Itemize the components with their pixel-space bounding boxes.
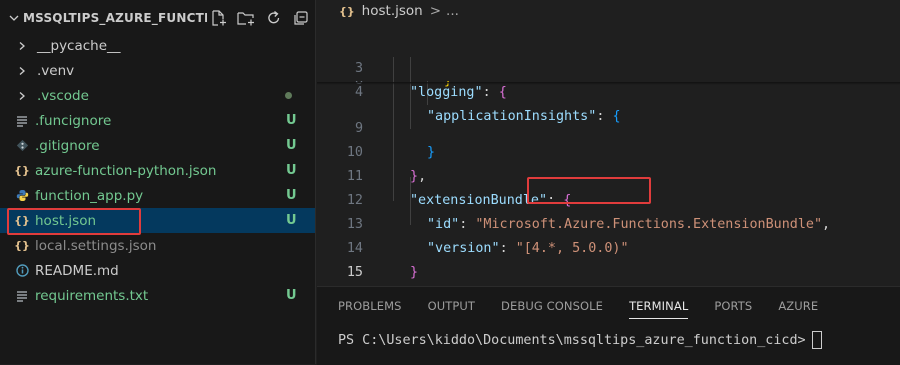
tree-item-label: .vscode xyxy=(37,87,89,104)
tree-item-label: local.settings.json xyxy=(35,237,157,254)
code-line: 4 "applicationInsights": { xyxy=(317,57,900,124)
chevron-down-icon[interactable] xyxy=(7,12,21,24)
code-editor[interactable]: {} host.json > ... 3 "logging": { 4 "app… xyxy=(317,0,900,304)
chevron-right-icon[interactable] xyxy=(17,33,27,58)
breadcrumb-separator: > xyxy=(429,3,442,19)
tree-item-azure-function-python-json[interactable]: {} azure-function-python.json U xyxy=(0,158,315,183)
panel-tabs: PROBLEMS OUTPUT DEBUG CONSOLE TERMINAL P… xyxy=(317,287,900,325)
tree-item-label: README.md xyxy=(35,262,119,279)
tree-item-label: azure-function-python.json xyxy=(35,162,217,179)
code-line: 3 "logging": { xyxy=(317,33,900,100)
breadcrumb-file[interactable]: host.json xyxy=(362,3,423,19)
git-file-icon xyxy=(15,133,29,158)
sticky-scroll-shadow xyxy=(317,82,900,85)
line-number-active: 15 xyxy=(346,265,363,280)
brace: } xyxy=(410,265,419,280)
git-status-badge: U xyxy=(286,213,297,228)
refresh-icon[interactable] xyxy=(265,9,283,27)
tree-item-label: .venv xyxy=(37,62,75,79)
breadcrumb-more[interactable]: ... xyxy=(446,3,459,19)
tree-item-pycache[interactable]: __pycache__ xyxy=(0,33,315,58)
tab-ports[interactable]: PORTS xyxy=(714,287,752,325)
git-status-badge: U xyxy=(286,188,297,203)
explorer-title: MSSQLTIPS_AZURE_FUNCTI... xyxy=(23,11,207,25)
tree-item-function-app-py[interactable]: function_app.py U xyxy=(0,183,315,208)
explorer-header[interactable]: MSSQLTIPS_AZURE_FUNCTI... xyxy=(0,0,315,36)
info-file-icon xyxy=(15,258,29,283)
code-lines: 3 "logging": { 4 "applicationInsights": … xyxy=(317,33,900,304)
bottom-panel: PROBLEMS OUTPUT DEBUG CONSOLE TERMINAL P… xyxy=(317,286,900,365)
python-file-icon xyxy=(15,183,29,208)
tree-item-vscode[interactable]: .vscode xyxy=(0,83,315,108)
terminal[interactable]: PS C:\Users\kiddo\Documents\mssqltips_az… xyxy=(317,325,900,355)
tree-item-gitignore[interactable]: .gitignore U xyxy=(0,133,315,158)
tree-item-funcignore[interactable]: .funcignore U xyxy=(0,108,315,133)
file-tree: __pycache__ .venv .vscode .funcignore U xyxy=(0,33,315,308)
tree-item-venv[interactable]: .venv xyxy=(0,58,315,83)
tab-azure[interactable]: AZURE xyxy=(778,287,818,325)
modified-dot-icon xyxy=(285,92,292,99)
tab-output[interactable]: OUTPUT xyxy=(428,287,475,325)
json-file-icon: {} xyxy=(339,4,355,18)
code-line: 15 } xyxy=(317,237,900,304)
git-status-badge: U xyxy=(286,163,297,178)
json-file-icon: {} xyxy=(14,239,30,252)
code-line: 10 }, xyxy=(317,117,900,184)
git-status-badge: U xyxy=(286,113,297,128)
collapse-all-icon[interactable] xyxy=(292,9,310,27)
tree-item-requirements-txt[interactable]: requirements.txt U xyxy=(0,283,315,308)
code-line: 11 "extensionBundle": { xyxy=(317,141,900,208)
tree-item-label: .gitignore xyxy=(35,137,100,154)
tab-debug-console[interactable]: DEBUG CONSOLE xyxy=(501,287,603,325)
lines-file-icon xyxy=(15,283,29,308)
code-line: 14 } xyxy=(317,213,900,280)
highlight-box-version xyxy=(527,177,651,204)
new-folder-icon[interactable] xyxy=(236,9,256,27)
tree-item-label: .funcignore xyxy=(35,112,112,129)
git-status-badge: U xyxy=(286,138,297,153)
chevron-right-icon[interactable] xyxy=(17,58,27,83)
explorer-sidebar: MSSQLTIPS_AZURE_FUNCTI... __pycache__ .v… xyxy=(0,0,316,364)
tab-terminal[interactable]: TERMINAL xyxy=(629,287,689,325)
tree-item-label: function_app.py xyxy=(35,187,144,204)
tree-item-readme-md[interactable]: README.md xyxy=(0,258,315,283)
chevron-right-icon[interactable] xyxy=(17,83,27,108)
json-file-icon: {} xyxy=(14,164,30,177)
tree-item-label: requirements.txt xyxy=(35,287,149,304)
terminal-cursor xyxy=(811,331,822,349)
tab-problems[interactable]: PROBLEMS xyxy=(338,287,402,325)
code-line: 9 } xyxy=(317,93,900,160)
new-file-icon[interactable] xyxy=(209,9,227,27)
highlight-box-host-json xyxy=(7,208,141,235)
tree-item-local-settings-json[interactable]: {} local.settings.json xyxy=(0,233,315,258)
terminal-prompt: PS C:\Users\kiddo\Documents\mssqltips_az… xyxy=(338,332,806,348)
tree-item-label: __pycache__ xyxy=(37,37,121,54)
git-status-badge: U xyxy=(286,288,297,303)
lines-file-icon xyxy=(15,108,29,133)
breadcrumb: {} host.json > ... xyxy=(317,0,900,22)
